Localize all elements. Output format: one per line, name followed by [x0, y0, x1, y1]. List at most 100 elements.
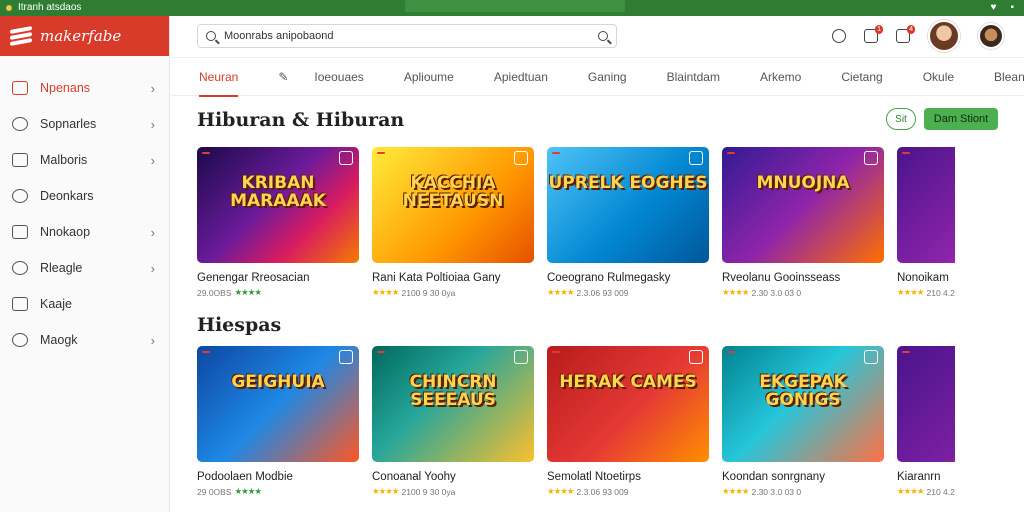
- search-box[interactable]: [197, 24, 617, 48]
- rating-stars-icon: ★★★★: [372, 287, 400, 297]
- rating-stars-icon: ★★★★: [234, 486, 263, 496]
- game-meta-text: 2.30 3.0 03 0: [751, 486, 802, 497]
- game-card[interactable]: KRIBAN MARAAAK Genengar Rreosacian 29.0OBS…: [197, 147, 359, 298]
- game-meta-text: 2100 9 30 0ya: [401, 486, 456, 497]
- sidebar-item[interactable]: Kaaje: [0, 286, 169, 322]
- secondary-avatar[interactable]: [978, 23, 1004, 49]
- game-art-title: GEIGHUIA: [231, 372, 325, 392]
- game-title[interactable]: Genengar Rreosacian: [197, 272, 359, 284]
- small-outline-button[interactable]: Sit: [886, 108, 916, 130]
- game-title[interactable]: Nonoikam: [897, 272, 955, 284]
- sidebar-item-label: Npenans: [40, 81, 91, 95]
- game-thumbnail[interactable]: CHINCRN SEEEAUS: [372, 346, 534, 462]
- sidebar-item[interactable]: Deonkars: [0, 178, 169, 214]
- address-bar[interactable]: [405, 0, 625, 12]
- game-thumbnail[interactable]: FIDU: [897, 346, 955, 462]
- game-thumbnail[interactable]: HERAK CAMES: [547, 346, 709, 462]
- game-card[interactable]: HERAK CAMES Semolatl Ntoetirps ★★★★ 2.3.06 …: [547, 346, 709, 497]
- game-card[interactable]: FIDU Kiaranrn ★★★★210 4.26: [897, 346, 955, 497]
- sidebar-item[interactable]: Malboris ›: [0, 142, 169, 178]
- game-title[interactable]: Coeograno Rulmegasky: [547, 272, 709, 284]
- rating-stars-icon: ★★★★: [897, 486, 925, 496]
- search-input[interactable]: [224, 30, 590, 42]
- rating-stars-icon: ★★★★: [722, 486, 750, 496]
- sidebar-item[interactable]: Sopnarles ›: [0, 106, 169, 142]
- chevron-right-icon: ›: [150, 224, 155, 240]
- tab[interactable]: Neuran: [199, 58, 239, 97]
- game-thumbnail[interactable]: KRIBAN MARAAAK: [197, 147, 359, 263]
- game-title[interactable]: Semolatl Ntoetirps: [547, 471, 709, 483]
- game-title[interactable]: Koondan sonrgnany: [722, 471, 884, 483]
- bookmark-icon[interactable]: [864, 350, 878, 364]
- game-art-title: CHINCRN SEEEAUS: [409, 372, 497, 410]
- game-card[interactable]: MNUOJNA Rveolanu Gooinsseass ★★★★ 2.30 3.0 …: [722, 147, 884, 298]
- tab[interactable]: Cietang: [841, 58, 882, 96]
- game-meta-text: 29.0OBS: [197, 287, 232, 298]
- game-card[interactable]: EKGEPAK GONIGS Koondan sonrgnany ★★★★ 2.30 …: [722, 346, 884, 497]
- bag-icon[interactable]: 1: [864, 25, 883, 43]
- game-card[interactable]: KACCHIA NEETAUSN Rani Kata Poltioiaa Gany…: [372, 147, 534, 298]
- notification-icon[interactable]: 4: [896, 25, 915, 43]
- notification-badge: 4: [907, 25, 915, 34]
- bookmark-icon[interactable]: [514, 350, 528, 364]
- game-card[interactable]: GEIGHUIA Podoolaen Modbie 29 0OBS ★★★★: [197, 346, 359, 497]
- tab[interactable]: Ioeouaes: [314, 58, 363, 96]
- sidebar-item[interactable]: Rleagle ›: [0, 250, 169, 286]
- game-art-title: FIDU: [897, 374, 955, 392]
- user-avatar[interactable]: [928, 20, 960, 52]
- tab[interactable]: Aplioume: [404, 58, 454, 96]
- game-meta-text: 2.3.06 93 009: [576, 486, 629, 497]
- search-row: 1 4: [171, 16, 1024, 58]
- tab[interactable]: Ganing: [588, 58, 627, 96]
- game-art-title: EKGEPAK GONIGS: [759, 372, 847, 410]
- tab[interactable]: Blaintdam: [667, 58, 720, 96]
- bookmark-icon[interactable]: [514, 151, 528, 165]
- rating-stars-icon: ★★★★: [234, 287, 263, 297]
- game-thumbnail[interactable]: GEIGHUIA: [197, 346, 359, 462]
- game-thumbnail[interactable]: KACCHIA NEETAUSN: [372, 147, 534, 263]
- game-thumbnail[interactable]: [897, 147, 955, 263]
- search-submit-icon[interactable]: [598, 31, 608, 41]
- sidebar-item-label: Maogk: [40, 333, 78, 347]
- game-title[interactable]: Conoanal Yoohy: [372, 471, 534, 483]
- tab[interactable]: Arkemo: [760, 58, 801, 96]
- bookmark-icon[interactable]: [689, 151, 703, 165]
- game-meta: ★★★★210 4.26: [897, 287, 955, 298]
- card-row-2: GEIGHUIA Podoolaen Modbie 29 0OBS ★★★★ CHINC…: [197, 346, 955, 497]
- sidebar-item[interactable]: Npenans ›: [0, 70, 169, 106]
- brand-header[interactable]: makerfabe: [0, 16, 169, 56]
- game-thumbnail[interactable]: EKGEPAK GONIGS: [722, 346, 884, 462]
- sidebar-item[interactable]: Maogk ›: [0, 322, 169, 358]
- game-thumbnail[interactable]: MNUOJNA: [722, 147, 884, 263]
- game-card[interactable]: Nonoikam ★★★★210 4.26: [897, 147, 955, 298]
- sidebar-item[interactable]: Nnokaop ›: [0, 214, 169, 250]
- game-meta: ★★★★ 2.30 3.0 03 0: [722, 486, 884, 497]
- chat-icon: [12, 297, 28, 311]
- tab[interactable]: Okule: [923, 58, 954, 96]
- bookmark-icon[interactable]: [689, 350, 703, 364]
- bookmark-icon[interactable]: ▪: [1010, 2, 1014, 13]
- sidebar-nav: Npenans › Sopnarles › Malboris › Deonkars Nnoka…: [0, 70, 169, 358]
- search-icon[interactable]: [832, 29, 846, 43]
- card-icon: [12, 189, 28, 203]
- tab[interactable]: Bleaner: [994, 58, 1024, 96]
- game-meta: ★★★★ 2.3.06 93 009: [547, 486, 709, 497]
- game-title[interactable]: Kiaranrn: [897, 471, 955, 483]
- game-card[interactable]: UPRELK EOGHES Coeograno Rulmegasky ★★★★ 2.3…: [547, 147, 709, 298]
- rating-stars-icon: ★★★★: [547, 486, 575, 496]
- heart-icon[interactable]: ♥: [991, 2, 997, 13]
- game-meta-text: 2.3.06 93 009: [576, 287, 629, 298]
- pin-icon[interactable]: ✎: [278, 58, 288, 96]
- bookmark-icon[interactable]: [339, 151, 353, 165]
- game-title[interactable]: Rveolanu Gooinsseass: [722, 272, 884, 284]
- game-card[interactable]: CHINCRN SEEEAUS Conoanal Yoohy ★★★★ 2100 9 …: [372, 346, 534, 497]
- bookmark-icon[interactable]: [864, 151, 878, 165]
- tab[interactable]: Apiedtuan: [494, 58, 548, 96]
- primary-button[interactable]: Dam Stiont: [924, 108, 998, 130]
- game-title[interactable]: Podoolaen Modbie: [197, 471, 359, 483]
- section-title: Hiburan & Hiburan: [197, 109, 405, 131]
- game-thumbnail[interactable]: UPRELK EOGHES: [547, 147, 709, 263]
- game-title[interactable]: Rani Kata Poltioiaa Gany: [372, 272, 534, 284]
- rating-stars-icon: ★★★★: [722, 287, 750, 297]
- bookmark-icon[interactable]: [339, 350, 353, 364]
